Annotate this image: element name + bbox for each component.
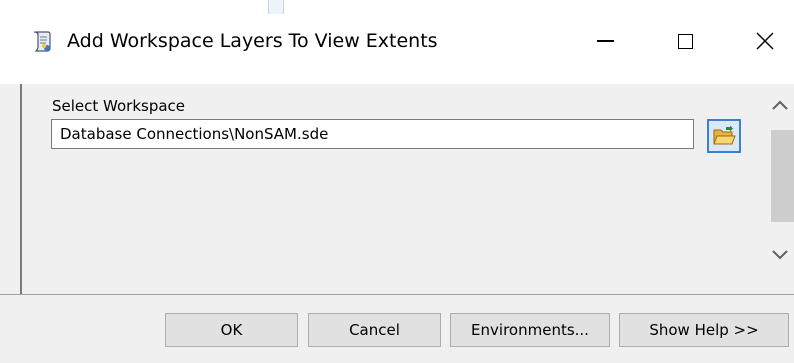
workspace-input[interactable]	[51, 119, 694, 149]
vertical-scrollbar[interactable]	[766, 84, 794, 294]
dialog-window: Add Workspace Layers To View Extents Sel…	[0, 0, 794, 363]
footer-separator	[0, 294, 794, 295]
browse-button[interactable]	[707, 119, 741, 153]
environments-button[interactable]: Environments...	[450, 313, 610, 347]
maximize-button[interactable]	[655, 16, 715, 66]
title-bar[interactable]: Add Workspace Layers To View Extents	[0, 0, 794, 84]
minimize-button[interactable]	[575, 16, 635, 66]
cancel-button[interactable]: Cancel	[308, 313, 441, 347]
python-script-icon	[30, 28, 56, 54]
dialog-body: Select Workspace OK Can	[0, 84, 794, 363]
scroll-down-button[interactable]	[766, 242, 794, 268]
chevron-up-icon	[772, 100, 788, 110]
workspace-label: Select Workspace	[52, 97, 186, 115]
left-frame-border	[20, 84, 22, 294]
minimize-icon	[596, 40, 614, 42]
close-button[interactable]	[735, 16, 794, 66]
open-folder-icon	[713, 125, 736, 145]
maximize-icon	[677, 33, 693, 49]
background-window-edge	[268, 0, 284, 14]
scroll-up-button[interactable]	[766, 92, 794, 118]
ok-button[interactable]: OK	[165, 313, 298, 347]
window-title: Add Workspace Layers To View Extents	[67, 30, 438, 52]
chevron-down-icon	[772, 250, 788, 260]
close-icon	[756, 32, 774, 50]
show-help-button[interactable]: Show Help >>	[619, 313, 789, 347]
scroll-thumb[interactable]	[771, 130, 794, 222]
